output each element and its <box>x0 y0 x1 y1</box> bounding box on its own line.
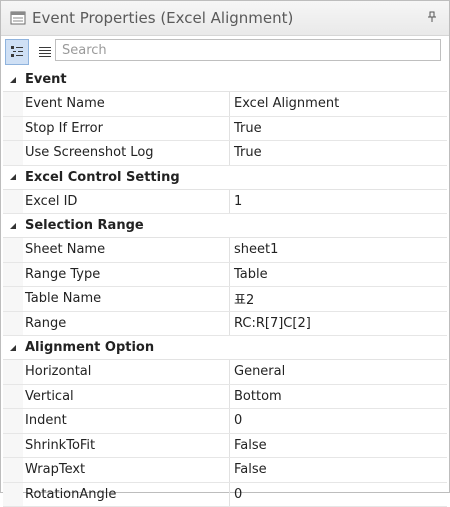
alphabetical-view-icon <box>38 45 52 59</box>
property-row[interactable]: Event NameExcel Alignment <box>3 92 447 117</box>
category-label: Excel Control Setting <box>25 170 180 185</box>
property-name[interactable]: Sheet Name <box>23 238 230 262</box>
property-name[interactable]: RotationAngle <box>23 483 230 507</box>
row-gutter <box>3 458 23 482</box>
collapse-arrow-icon[interactable] <box>3 173 23 181</box>
property-value[interactable]: General <box>230 360 447 384</box>
row-gutter <box>3 483 23 507</box>
property-value[interactable]: Excel Alignment <box>230 92 447 116</box>
row-gutter <box>3 360 23 384</box>
property-name[interactable]: Range <box>23 312 230 336</box>
property-value[interactable]: False <box>230 434 447 458</box>
property-name[interactable]: Range Type <box>23 263 230 287</box>
row-gutter <box>3 385 23 409</box>
property-row[interactable]: VerticalBottom <box>3 385 447 410</box>
title-bar: Event Properties (Excel Alignment) <box>1 1 449 36</box>
category-label: Selection Range <box>25 218 144 233</box>
property-name[interactable]: Stop If Error <box>23 117 230 141</box>
property-value[interactable]: True <box>230 117 447 141</box>
property-value[interactable]: Bottom <box>230 385 447 409</box>
property-row[interactable]: Indent0 <box>3 409 447 434</box>
category-header[interactable]: Selection Range <box>3 214 447 238</box>
row-gutter <box>3 409 23 433</box>
row-gutter <box>3 287 23 311</box>
categorized-view-icon <box>10 45 24 59</box>
category-header[interactable]: Event <box>3 68 447 92</box>
category-header[interactable]: Excel Control Setting <box>3 166 447 190</box>
collapse-arrow-icon[interactable] <box>3 222 23 230</box>
property-value[interactable]: 0 <box>230 409 447 433</box>
properties-window-icon <box>10 10 26 26</box>
collapse-arrow-icon[interactable] <box>3 76 23 84</box>
property-row[interactable]: ShrinkToFitFalse <box>3 434 447 459</box>
row-gutter <box>3 92 23 116</box>
property-row[interactable]: RangeRC:R[7]C[2] <box>3 312 447 337</box>
property-name[interactable]: WrapText <box>23 458 230 482</box>
row-gutter <box>3 434 23 458</box>
property-value[interactable]: 0 <box>230 483 447 507</box>
property-name[interactable]: Indent <box>23 409 230 433</box>
property-value[interactable]: 1 <box>230 190 447 214</box>
property-value[interactable]: RC:R[7]C[2] <box>230 312 447 336</box>
categorized-view-button[interactable] <box>5 39 29 65</box>
property-name[interactable]: ShrinkToFit <box>23 434 230 458</box>
property-value[interactable]: False <box>230 458 447 482</box>
search-input[interactable] <box>55 39 441 61</box>
row-gutter <box>3 141 23 165</box>
property-value[interactable]: sheet1 <box>230 238 447 262</box>
toolbar <box>1 36 449 68</box>
property-row[interactable]: WrapTextFalse <box>3 458 447 483</box>
category-label: Event <box>25 72 67 87</box>
property-value[interactable]: True <box>230 141 447 165</box>
property-value[interactable]: Table <box>230 263 447 287</box>
collapse-arrow-icon[interactable] <box>3 344 23 352</box>
alphabetical-view-button[interactable] <box>33 39 57 65</box>
property-row[interactable]: HorizontalGeneral <box>3 360 447 385</box>
property-name[interactable]: Excel ID <box>23 190 230 214</box>
row-gutter <box>3 312 23 336</box>
property-grid: Event Event NameExcel AlignmentStop If Er… <box>3 68 447 507</box>
row-gutter <box>3 263 23 287</box>
property-name[interactable]: Event Name <box>23 92 230 116</box>
pin-icon[interactable] <box>427 11 437 23</box>
row-gutter <box>3 117 23 141</box>
row-gutter <box>3 190 23 214</box>
property-value[interactable]: 표2 <box>230 287 447 311</box>
property-row[interactable]: Range TypeTable <box>3 263 447 288</box>
property-row[interactable]: Excel ID1 <box>3 190 447 215</box>
property-name[interactable]: Use Screenshot Log <box>23 141 230 165</box>
category-label: Alignment Option <box>25 340 154 355</box>
properties-panel: Event Properties (Excel Alignment) <box>0 0 450 493</box>
row-gutter <box>3 238 23 262</box>
property-name[interactable]: Horizontal <box>23 360 230 384</box>
property-row[interactable]: Use Screenshot LogTrue <box>3 141 447 166</box>
property-row[interactable]: Table Name표2 <box>3 287 447 312</box>
category-header[interactable]: Alignment Option <box>3 336 447 360</box>
property-name[interactable]: Table Name <box>23 287 230 311</box>
property-name[interactable]: Vertical <box>23 385 230 409</box>
property-row[interactable]: Sheet Namesheet1 <box>3 238 447 263</box>
property-row[interactable]: Stop If ErrorTrue <box>3 117 447 142</box>
property-row[interactable]: RotationAngle0 <box>3 483 447 507</box>
window-title: Event Properties (Excel Alignment) <box>32 9 293 27</box>
